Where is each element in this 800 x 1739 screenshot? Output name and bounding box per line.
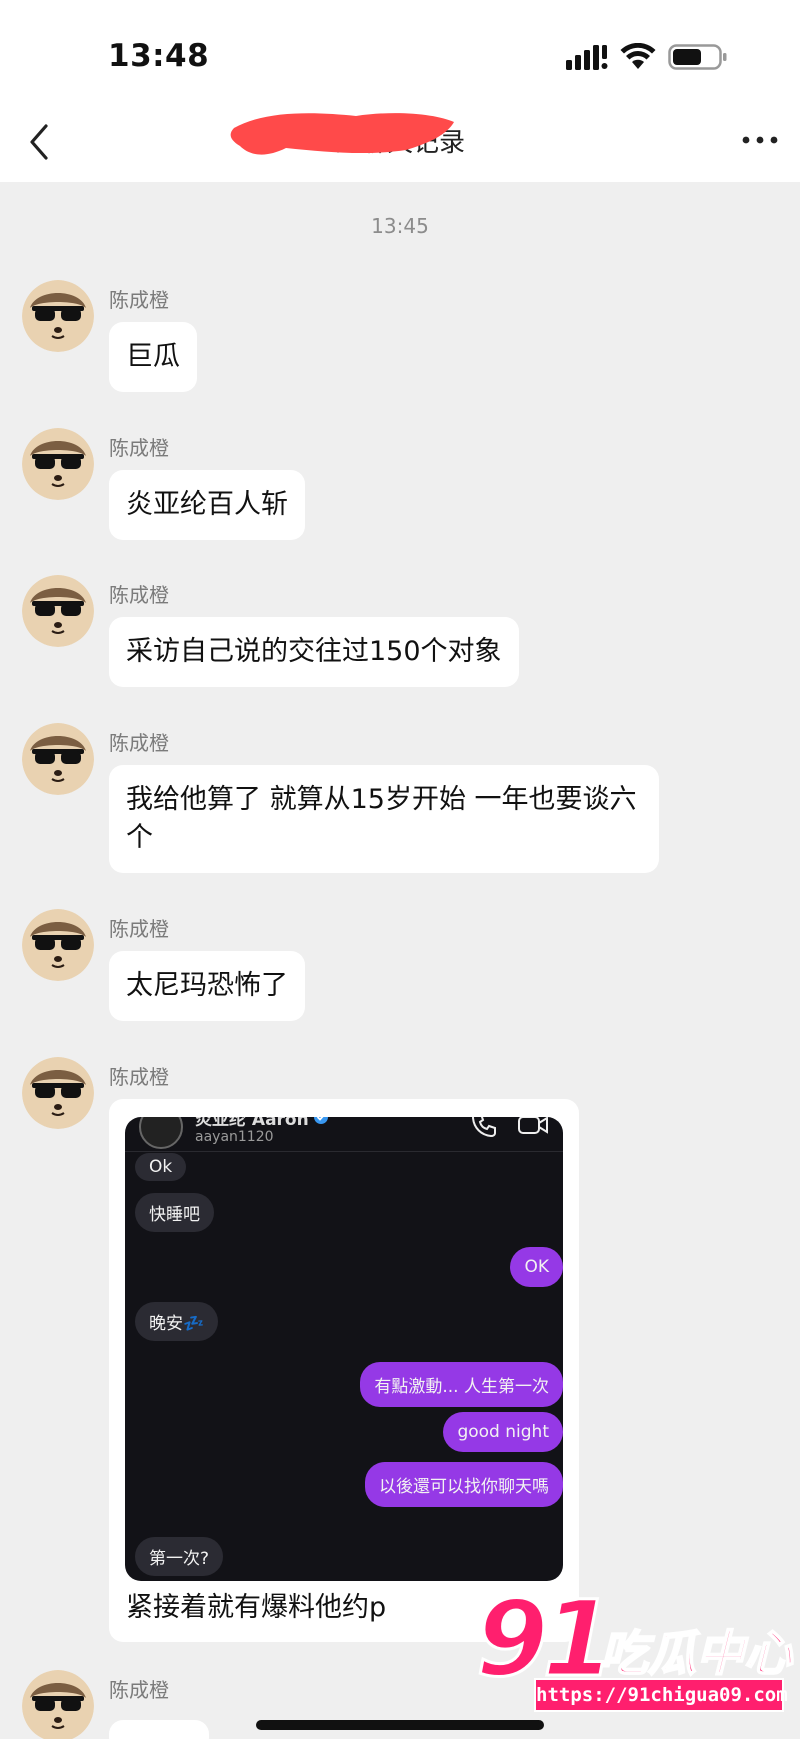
avatar-image <box>22 1057 94 1129</box>
screenshot-bubble-out: 以後還可以找你聊天嗎 <box>365 1462 563 1507</box>
screenshot-bubble-in: 第一次? <box>135 1537 224 1576</box>
home-indicator[interactable] <box>256 1720 544 1730</box>
sender-name: 陈成橙 <box>109 436 169 460</box>
message-bubble[interactable]: 采访自己说的交往过150个对象 <box>109 617 519 687</box>
screenshot-bubble-out: good night <box>443 1412 563 1452</box>
image-message-bubble[interactable]: 炎亚纶 Aaron aayan1120 Ok 快睡吧 OK 晚安💤 有點激動..… <box>109 1099 579 1642</box>
avatar[interactable] <box>22 1057 94 1129</box>
image-caption: 紧接着就有爆料他约p <box>126 1592 387 1623</box>
avatar[interactable] <box>22 723 94 795</box>
battery-icon <box>668 44 727 70</box>
message-bubble[interactable] <box>109 1720 209 1739</box>
avatar[interactable] <box>22 575 94 647</box>
screenshot-contact-handle: aayan1120 <box>195 1129 274 1145</box>
redaction-mark <box>230 113 454 155</box>
avatar-image <box>22 909 94 981</box>
sender-name: 陈成橙 <box>109 1065 169 1089</box>
avatar-image <box>22 280 94 352</box>
watermark-url: https://91chigua09.com <box>534 1678 788 1712</box>
sender-name: 陈成橙 <box>109 288 169 312</box>
more-icon[interactable] <box>740 130 780 150</box>
avatar-image <box>22 1670 94 1739</box>
chat-screenshot-image[interactable]: 炎亚纶 Aaron aayan1120 Ok 快睡吧 OK 晚安💤 有點激動..… <box>125 1117 563 1581</box>
avatar-image <box>22 723 94 795</box>
message-bubble[interactable]: 巨瓜 <box>109 322 197 392</box>
message-bubble[interactable]: 炎亚纶百人斩 <box>109 470 305 540</box>
avatar-image <box>22 575 94 647</box>
watermark-text: 吃瓜中心 <box>599 1625 793 1683</box>
signal-icon <box>566 45 608 70</box>
nav-bar: 的聊天记录 <box>0 100 800 182</box>
profile-avatar-icon <box>139 1117 183 1149</box>
avatar[interactable] <box>22 909 94 981</box>
message-bubble[interactable]: 太尼玛恐怖了 <box>109 951 305 1021</box>
chat-timestamp: 13:45 <box>371 214 429 238</box>
message-bubble[interactable]: 我给他算了 就算从15岁开始 一年也要谈六个 <box>109 765 659 873</box>
video-icon <box>518 1117 548 1134</box>
avatar[interactable] <box>22 1670 94 1739</box>
screenshot-bubble-in: 快睡吧 <box>135 1193 214 1232</box>
verified-icon <box>314 1117 328 1124</box>
screenshot-bubble-out: OK <box>510 1247 563 1287</box>
phone-icon <box>471 1117 496 1138</box>
avatar-image <box>22 428 94 500</box>
screenshot-bubble-in: Ok <box>135 1153 187 1181</box>
sender-name: 陈成橙 <box>109 731 169 755</box>
sender-name: 陈成橙 <box>109 583 169 607</box>
sender-name: 陈成橙 <box>109 1678 169 1702</box>
status-bar: 13:48 <box>0 0 800 100</box>
screenshot-divider <box>125 1151 563 1152</box>
avatar[interactable] <box>22 280 94 352</box>
screenshot-bubble-out: 有點激動... 人生第一次 <box>360 1362 563 1407</box>
sender-name: 陈成橙 <box>109 917 169 941</box>
screenshot-bubble-in: 晚安💤 <box>135 1302 219 1341</box>
status-time: 13:48 <box>108 38 210 74</box>
wifi-icon <box>620 43 656 69</box>
avatar[interactable] <box>22 428 94 500</box>
watermark-logo: 91 吃瓜中心 https://91chigua09.com <box>474 1577 794 1716</box>
